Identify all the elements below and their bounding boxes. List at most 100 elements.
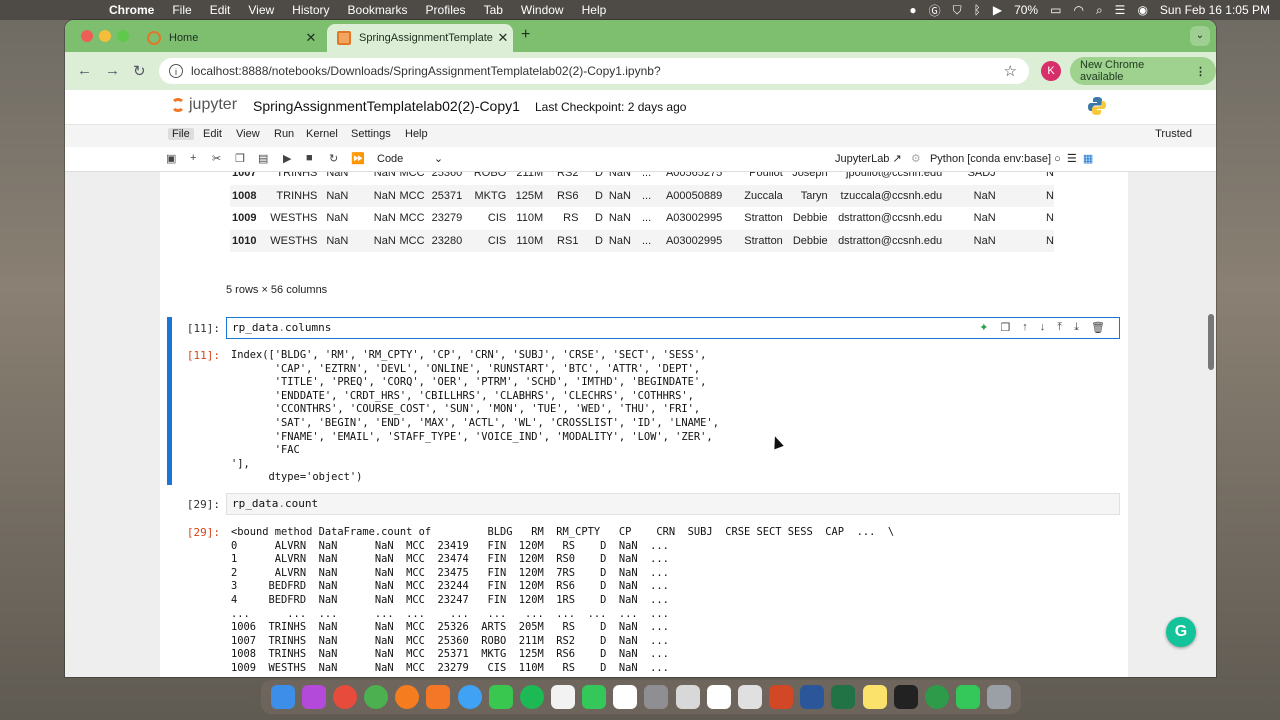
paste-icon[interactable]: ▤ [258, 152, 268, 165]
powerpoint-icon[interactable] [769, 685, 794, 709]
facetime-icon[interactable] [582, 685, 607, 709]
close-tab-icon[interactable]: ✕ [493, 30, 513, 46]
messages-icon[interactable] [488, 685, 513, 709]
menu-edit[interactable]: Edit [201, 3, 240, 17]
profile-avatar[interactable]: K [1041, 61, 1061, 81]
delete-trash-icon[interactable]: 🗑 [1091, 321, 1105, 334]
ai-sparkle-icon[interactable]: ✦ [979, 321, 988, 334]
freeform-icon[interactable] [706, 685, 731, 709]
jmenu-kernel[interactable]: Kernel [306, 128, 338, 140]
menu-tab[interactable]: Tab [475, 3, 512, 17]
menu-bookmarks[interactable]: Bookmarks [339, 3, 417, 17]
chrome-icon[interactable] [364, 685, 389, 709]
close-tab-icon[interactable]: ✕ [301, 30, 321, 46]
insert-cell-plus-icon[interactable]: + [190, 152, 196, 164]
menu-history[interactable]: History [283, 3, 338, 17]
close-window-button[interactable] [81, 30, 93, 42]
wifi-icon[interactable]: ◠ [1073, 3, 1083, 17]
grammarly-button[interactable]: G [1166, 617, 1196, 647]
notebook-title[interactable]: SpringAssignmentTemplatelab02(2)-Copy1 [253, 98, 520, 114]
finder-icon[interactable] [270, 685, 295, 709]
url-text[interactable]: localhost:8888/notebooks/Downloads/Sprin… [191, 64, 661, 78]
insert-above-icon[interactable]: ⤒ [1057, 321, 1062, 334]
hamburger-menu-icon[interactable]: ☰ [1067, 153, 1077, 165]
record-icon[interactable]: ● [909, 3, 916, 17]
trusted-indicator[interactable]: Trusted [1155, 128, 1192, 140]
calendar-icon[interactable] [613, 685, 638, 709]
update-chrome-button[interactable]: New Chrome available ⋮ [1070, 57, 1216, 85]
cell-selection-bar[interactable] [167, 317, 172, 485]
jmenu-view[interactable]: View [236, 128, 260, 140]
menu-app-name[interactable]: Chrome [100, 3, 163, 17]
battery-icon[interactable]: ▭ [1050, 3, 1061, 17]
forward-arrow-icon[interactable]: → [105, 62, 120, 79]
opera-icon[interactable] [332, 685, 357, 709]
terminal-icon[interactable] [893, 685, 918, 709]
address-bar[interactable]: i localhost:8888/notebooks/Downloads/Spr… [159, 58, 1029, 84]
interrupt-kernel-icon[interactable]: ■ [306, 152, 313, 164]
launchpad-icon[interactable] [301, 685, 326, 709]
tab-notebook[interactable]: SpringAssignmentTemplatelab ✕ [327, 24, 513, 52]
zoom-window-button[interactable] [117, 30, 129, 42]
settings-gear-icon[interactable]: ⚙ [911, 153, 921, 165]
reload-icon[interactable]: ↻ [133, 62, 146, 80]
site-info-icon[interactable]: i [169, 64, 183, 78]
word-icon[interactable] [800, 685, 825, 709]
jmenu-help[interactable]: Help [405, 128, 428, 140]
insert-below-icon[interactable]: ⤓ [1074, 321, 1079, 334]
control-center-icon[interactable]: ☰ [1115, 3, 1126, 17]
grammarly-status-icon[interactable]: Ⓖ [929, 2, 941, 19]
vpn-shield-icon[interactable]: ⛉ [953, 3, 962, 18]
siri-icon[interactable]: ◉ [1137, 3, 1147, 17]
menu-profiles[interactable]: Profiles [417, 3, 475, 17]
move-down-arrow-icon[interactable]: ↓ [1040, 321, 1046, 334]
cell-type-dropdown[interactable]: Code ⌄ [377, 152, 443, 165]
code-editor[interactable]: rp_data.count [226, 493, 1120, 515]
restart-kernel-icon[interactable]: ↻ [329, 152, 338, 165]
system-settings-icon[interactable] [644, 685, 669, 709]
menu-help[interactable]: Help [573, 3, 616, 17]
bluetooth-icon[interactable]: ᛒ [974, 3, 981, 17]
menu-file[interactable]: File [163, 3, 200, 17]
property-inspector-icon[interactable]: ▦ [1083, 153, 1093, 165]
back-arrow-icon[interactable]: ← [77, 62, 92, 79]
vertical-scrollbar[interactable] [1208, 314, 1214, 370]
restart-run-all-icon[interactable]: ⏩ [351, 152, 365, 165]
play-icon[interactable]: ▶ [993, 3, 1002, 17]
spotify-icon[interactable] [519, 685, 544, 709]
jupyterlab-link[interactable]: JupyterLab [835, 153, 889, 165]
duplicate-cell-icon[interactable]: ❐ [1000, 321, 1010, 334]
jupyter-app-icon[interactable] [426, 685, 451, 709]
code-editor[interactable]: rp_data.columns ✦ ❐ ↑ ↓ ⤒ ⤓ 🗑 [226, 317, 1120, 339]
copy-icon[interactable]: ❐ [235, 152, 245, 165]
tab-search-chevron-icon[interactable]: ⌄ [1190, 26, 1210, 46]
numbers-icon[interactable] [956, 685, 981, 709]
excel-icon[interactable] [831, 685, 856, 709]
new-tab-plus-icon[interactable]: + [521, 26, 530, 44]
menu-view[interactable]: View [239, 3, 283, 17]
minimize-window-button[interactable] [99, 30, 111, 42]
bookmark-star-icon[interactable]: ☆ [1004, 62, 1017, 80]
move-up-arrow-icon[interactable]: ↑ [1022, 321, 1028, 334]
spotlight-search-icon[interactable]: ⌕ [1096, 3, 1103, 18]
jupyter-logo[interactable]: jupyter [171, 96, 237, 114]
firefox-icon[interactable] [395, 685, 420, 709]
kebab-menu-icon[interactable]: ⋮ [1195, 65, 1206, 78]
run-cell-icon[interactable]: ▶ [283, 152, 291, 165]
save-icon[interactable]: ▣ [166, 152, 176, 165]
kernel-name[interactable]: Python [conda env:base] [930, 153, 1051, 165]
cut-scissors-icon[interactable]: ✂ [212, 152, 221, 165]
menu-window[interactable]: Window [512, 3, 573, 17]
notebook-panel[interactable]: 1007 TRINHS NaN NaN MCC 25360 ROBO 211M RS2 D NaN.… [65, 172, 1216, 677]
jmenu-edit[interactable]: Edit [203, 128, 222, 140]
tab-home[interactable]: Home ✕ [137, 24, 321, 52]
jmenu-settings[interactable]: Settings [351, 128, 391, 140]
jmenu-file[interactable]: File [168, 128, 194, 140]
preview-icon[interactable] [675, 685, 700, 709]
activity-ring-icon[interactable] [924, 685, 949, 709]
keynote-icon[interactable] [737, 685, 762, 709]
trash-icon[interactable] [987, 685, 1012, 709]
safari-icon[interactable] [457, 685, 482, 709]
photos-icon[interactable] [550, 685, 575, 709]
notes-icon[interactable] [862, 685, 887, 709]
